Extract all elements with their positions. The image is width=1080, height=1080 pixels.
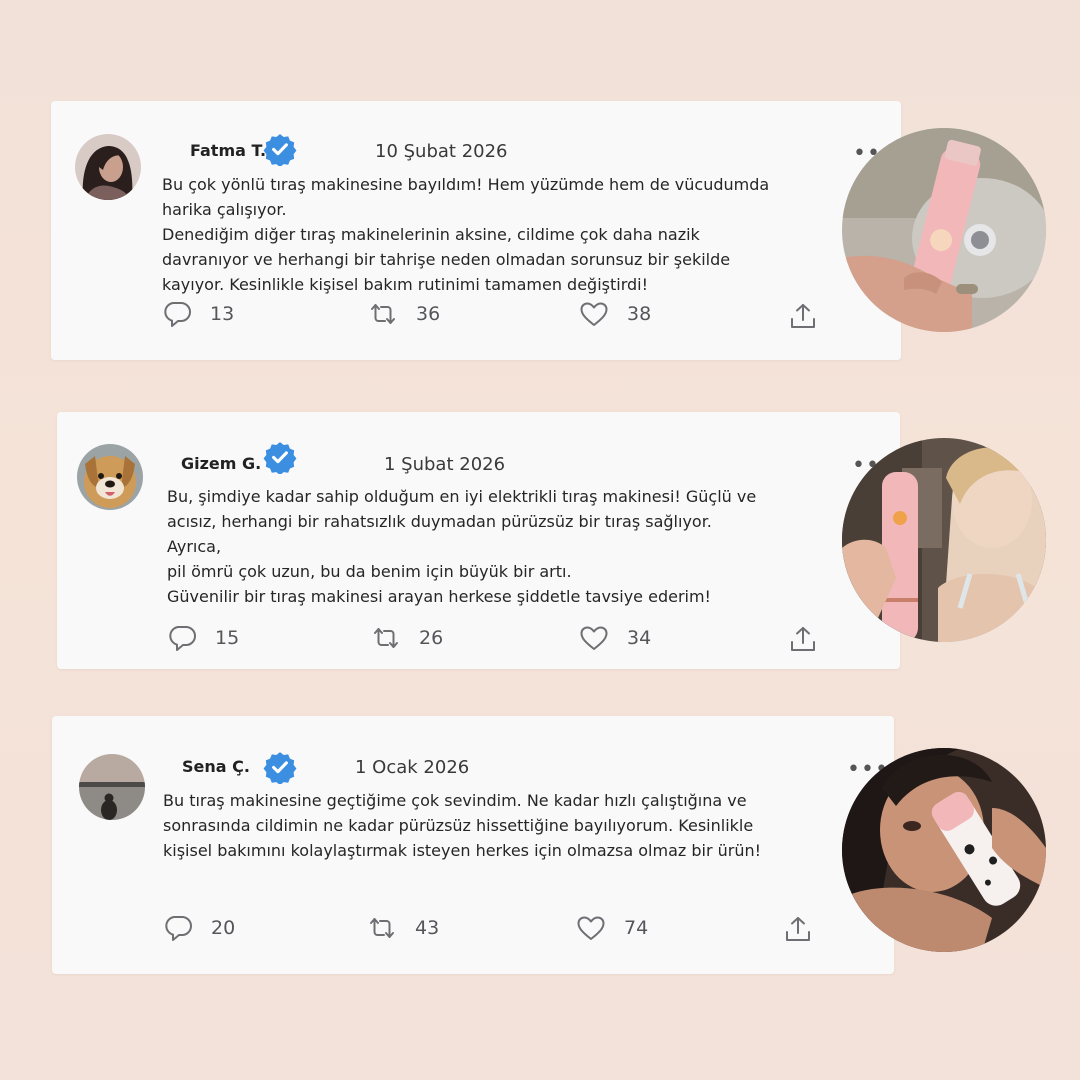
verified-badge-icon — [263, 132, 297, 166]
reply-count: 15 — [215, 627, 240, 649]
review-line: Ayrıca, — [167, 537, 222, 556]
post-date: 10 Şubat 2026 — [375, 141, 508, 162]
user-name[interactable]: Sena Ç. — [182, 757, 250, 776]
review-photo — [842, 438, 1046, 642]
review-card: Sena Ç. 1 Ocak 2026 ••• Bu tıraş makines… — [52, 716, 894, 974]
like-button[interactable]: 74 — [576, 915, 648, 941]
woman-dark-hair-avatar-icon — [75, 134, 141, 200]
reply-icon — [163, 915, 193, 941]
heart-icon — [579, 301, 609, 327]
verified-badge-icon — [263, 440, 297, 474]
post-date: 1 Şubat 2026 — [384, 454, 506, 475]
retweet-button[interactable]: 43 — [367, 915, 439, 941]
review-line: Bu, şimdiye kadar sahip olduğum en iyi e… — [167, 487, 757, 506]
user-name[interactable]: Gizem G. — [181, 454, 261, 473]
review-photo — [842, 128, 1046, 332]
review-photo — [842, 748, 1046, 952]
review-line: pil ömrü çok uzun, bu da benim için büyü… — [167, 562, 572, 581]
review-line: Bu çok yönlü tıraş makinesine bayıldım! … — [162, 175, 770, 194]
post-date: 1 Ocak 2026 — [355, 757, 470, 778]
reply-button[interactable]: 13 — [162, 301, 234, 327]
review-card: Gizem G. 1 Şubat 2026 ••• Bu, şimdiye ka… — [57, 412, 900, 669]
retweet-count: 36 — [416, 303, 441, 325]
review-card: Fatma T. 10 Şubat 2026 ••• Bu çok yönlü … — [51, 101, 901, 360]
reply-count: 20 — [211, 917, 236, 939]
like-count: 74 — [624, 917, 649, 939]
review-line: sonrasında cildimin ne kadar pürüzsüz hi… — [163, 816, 754, 835]
reply-icon — [162, 301, 192, 327]
retweet-icon — [371, 625, 401, 651]
user-name[interactable]: Fatma T. — [190, 141, 266, 160]
retweet-icon — [368, 301, 398, 327]
share-icon[interactable] — [788, 625, 818, 653]
like-count: 34 — [627, 627, 652, 649]
sunset-lake-avatar-icon — [79, 754, 145, 820]
retweet-count: 26 — [419, 627, 444, 649]
review-line: Bu tıraş makinesine geçtiğime çok sevind… — [163, 791, 747, 810]
like-count: 38 — [627, 303, 652, 325]
heart-icon — [579, 625, 609, 651]
reply-button[interactable]: 15 — [167, 625, 239, 651]
user-avatar[interactable] — [75, 134, 141, 200]
user-avatar[interactable] — [79, 754, 145, 820]
retweet-button[interactable]: 26 — [371, 625, 443, 651]
review-line: kayıyor. Kesinlikle kişisel bakım rutini… — [162, 275, 649, 294]
review-line: harika çalışıyor. — [162, 200, 287, 219]
woman-holding-pink-trimmer-photo-icon — [842, 438, 1046, 642]
review-line: Güvenilir bir tıraş makinesi arayan herk… — [167, 587, 711, 606]
like-button[interactable]: 34 — [579, 625, 651, 651]
retweet-count: 43 — [415, 917, 440, 939]
share-icon[interactable] — [783, 915, 813, 943]
heart-icon — [576, 915, 606, 941]
woman-trimming-arm-photo-icon — [842, 748, 1046, 952]
review-line: davranıyor ve herhangi bir tahrişe neden… — [162, 250, 731, 269]
retweet-button[interactable]: 36 — [368, 301, 440, 327]
user-avatar[interactable] — [77, 444, 143, 510]
like-button[interactable]: 38 — [579, 301, 651, 327]
verified-badge-icon — [263, 750, 297, 784]
review-line: kişisel bakımını kolaylaştırmak isteyen … — [163, 841, 762, 860]
review-text: Bu tıraş makinesine geçtiğime çok sevind… — [163, 788, 761, 863]
pink-trimmer-in-hand-photo-icon — [842, 128, 1046, 332]
share-icon[interactable] — [788, 302, 818, 330]
reply-button[interactable]: 20 — [163, 915, 235, 941]
reply-icon — [167, 625, 197, 651]
golden-dog-avatar-icon — [77, 444, 143, 510]
retweet-icon — [367, 915, 397, 941]
review-line: Denediğim diğer tıraş makinelerinin aksi… — [162, 225, 700, 244]
reply-count: 13 — [210, 303, 235, 325]
review-line: acısız, herhangi bir rahatsızlık duymada… — [167, 512, 712, 531]
review-text: Bu çok yönlü tıraş makinesine bayıldım! … — [162, 172, 769, 297]
review-text: Bu, şimdiye kadar sahip olduğum en iyi e… — [167, 484, 756, 609]
